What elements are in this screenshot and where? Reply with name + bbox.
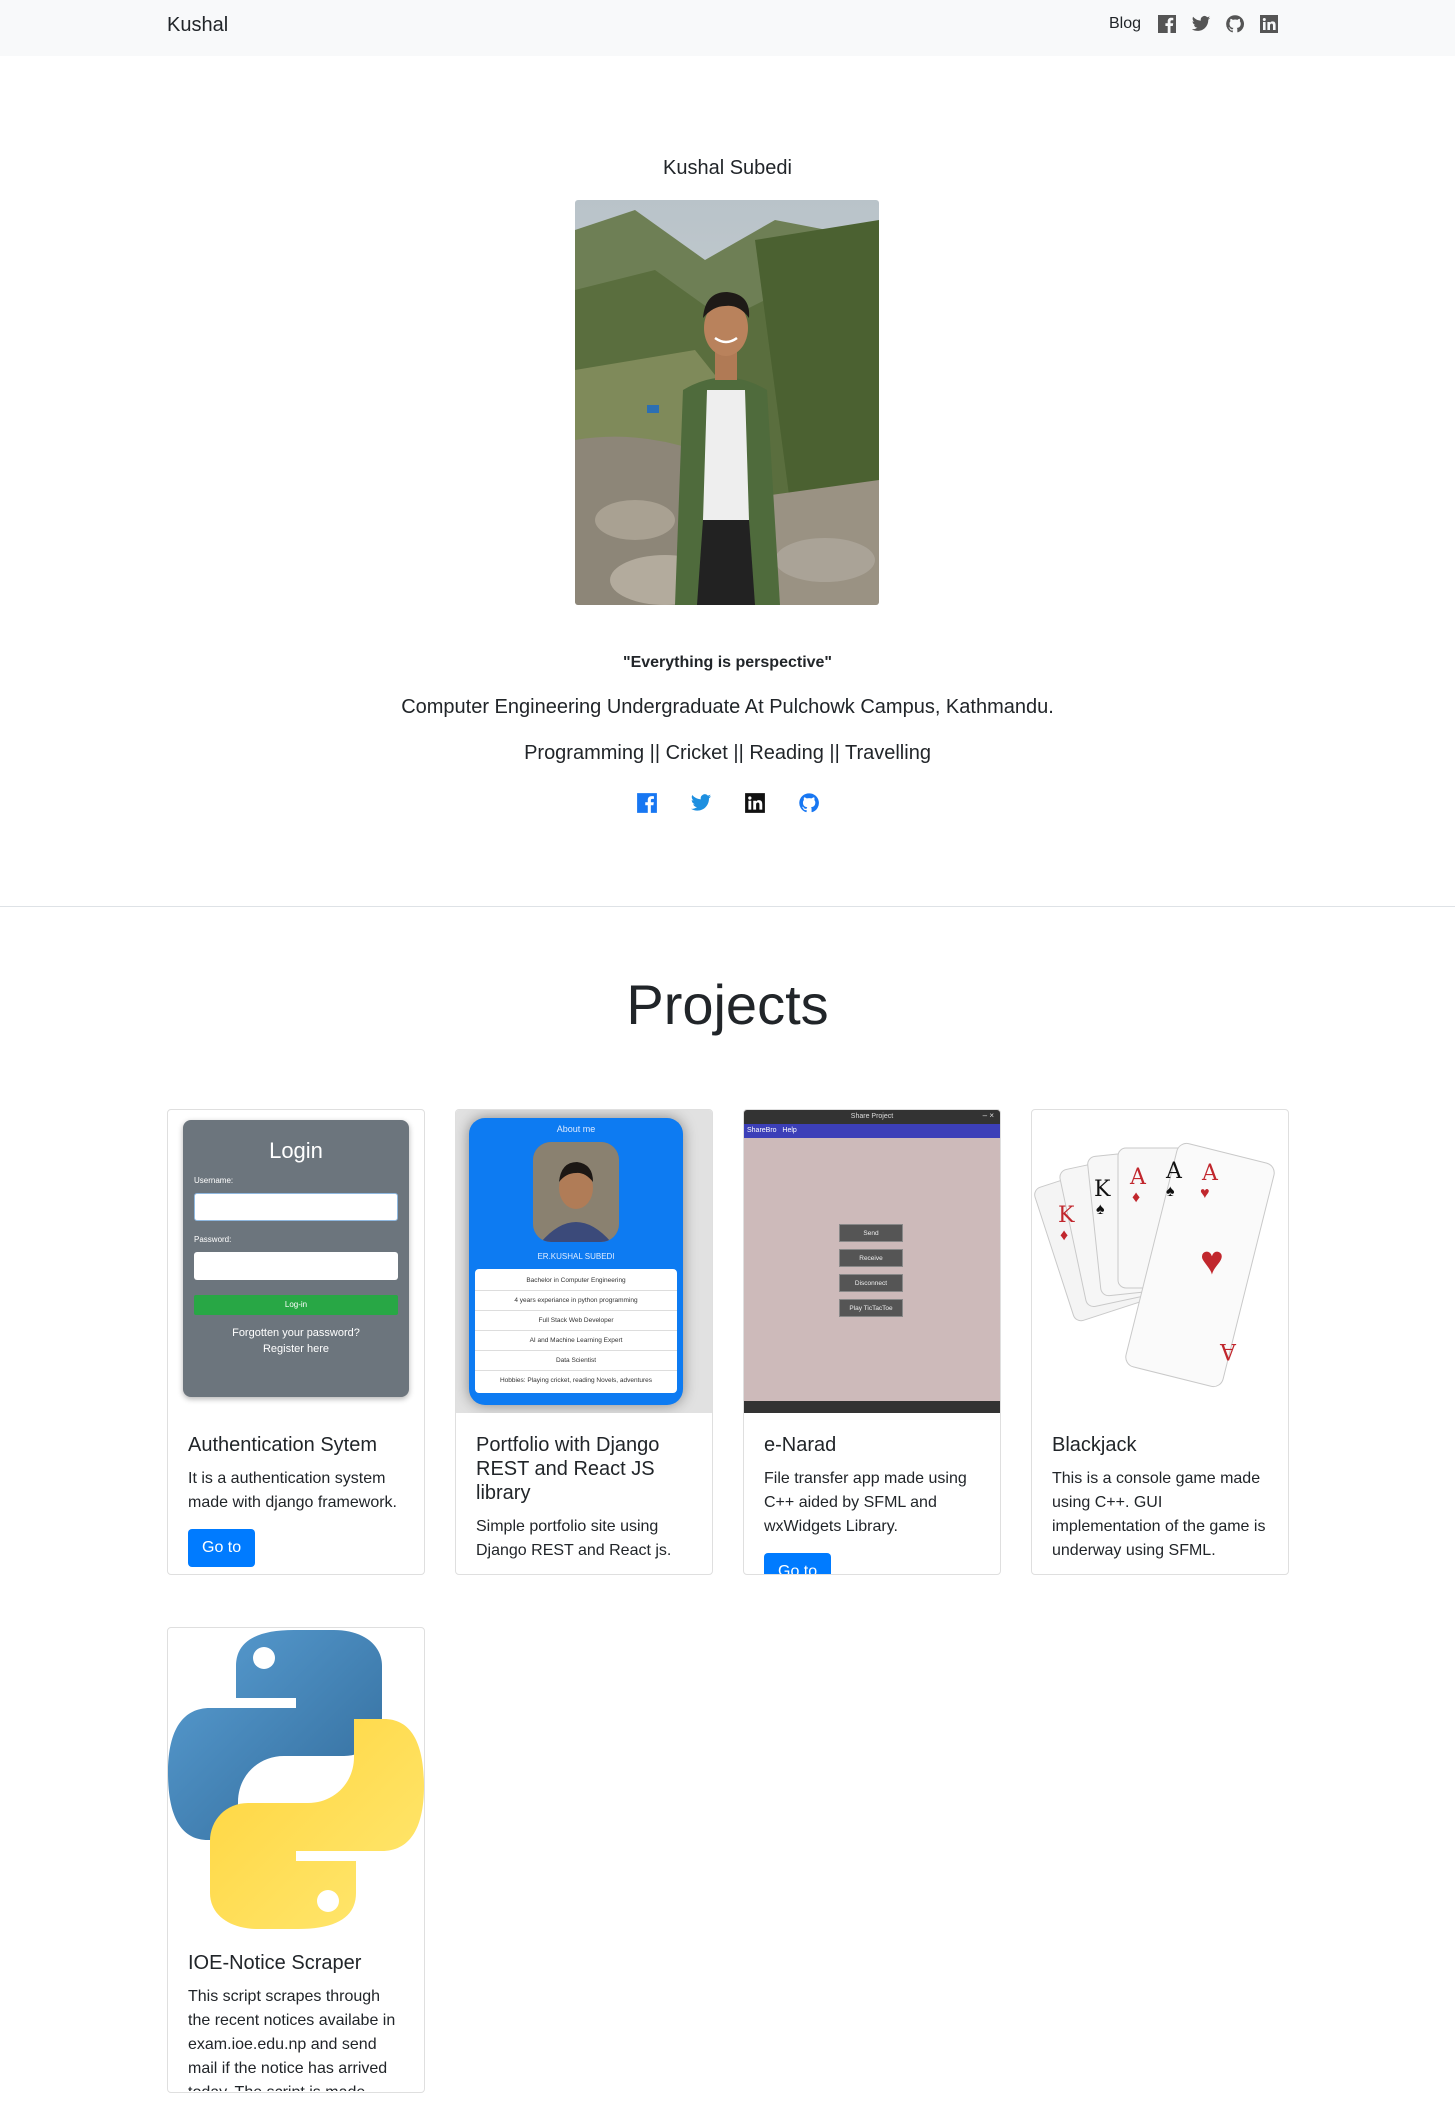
preview-list-item: 4 years experiance in python programming [475,1291,677,1311]
svg-text:K: K [1058,1203,1075,1228]
card-title: Authentication Sytem [188,1434,377,1456]
hero-hobbies: Programming || Cricket || Reading || Tra… [524,742,931,764]
project-preview-enarad: Share Project – × ShareBro Help Send Rec… [744,1110,1000,1413]
social-links [0,792,1455,814]
preview-statusbar [744,1401,1000,1413]
github-icon[interactable] [798,792,820,814]
preview-list-item: Data Scientist [475,1351,677,1371]
preview-forgot-link: Forgotten your password? [232,1327,360,1339]
project-preview-python [168,1628,424,1931]
python-logo [168,1630,424,1929]
preview-name: ER.KUSHAL SUBEDI [537,1252,615,1261]
preview-button-group: Send Receive Disconnect Play TicTacToe [839,1224,903,1317]
preview-disconnect-button: Disconnect [839,1274,903,1292]
card-text: This script scrapes through the recent n… [188,1988,396,2091]
svg-text:♥: ♥ [1200,1239,1224,1283]
facebook-icon[interactable] [636,792,658,814]
preview-password-label: Password: [194,1235,232,1244]
svg-text:A: A [1219,1338,1237,1363]
card-text: This is a console game made using C++. G… [1052,1470,1266,1559]
project-preview-portfolio: About me ER.KUSHAL SUBEDI Bachelor in Co… [456,1110,712,1413]
preview-menubar: ShareBro Help [744,1124,1000,1138]
go-to-button[interactable]: Go to [188,1529,256,1567]
svg-text:A: A [1165,1159,1183,1184]
project-preview-blackjack: K K A A A ♦ ♠ ♦ ♠ ♥ ♥ A [1032,1110,1288,1413]
svg-text:A: A [1201,1161,1219,1186]
twitter-icon[interactable] [1191,14,1211,34]
project-card-ioe-notice-scraper: IOE-Notice Scraper This script scrapes t… [167,1627,425,2093]
preview-avatar [533,1142,619,1242]
svg-text:♦: ♦ [1060,1227,1068,1244]
projects-heading: Projects [626,973,829,1036]
card-title: e-Narad [764,1434,837,1456]
project-card-portfolio: About me ER.KUSHAL SUBEDI Bachelor in Co… [455,1109,713,1575]
project-card-blackjack: K K A A A ♦ ♠ ♦ ♠ ♥ ♥ A Blackjack This i… [1031,1109,1289,1575]
preview-register-link: Register here [262,1343,330,1355]
preview-window-controls: – × [982,1111,994,1120]
preview-about-heading: About me [556,1124,596,1134]
navbar: Kushal Blog [0,0,1455,56]
preview-about-list: Bachelor in Computer Engineering 4 years… [475,1269,677,1393]
card-text: It is a authentication system made with … [188,1470,397,1511]
twitter-icon[interactable] [690,792,712,814]
facebook-icon[interactable] [1157,14,1177,34]
hero-subtitle: Computer Engineering Undergraduate At Pu… [401,696,1054,718]
preview-list-item: Bachelor in Computer Engineering [475,1271,677,1291]
svg-text:♠: ♠ [1166,1183,1175,1200]
profile-photo [575,200,879,605]
svg-text:K: K [1094,1177,1111,1202]
card-title: Blackjack [1052,1434,1137,1456]
preview-receive-button: Receive [839,1249,903,1267]
go-to-button[interactable]: Go to [764,1553,832,1574]
svg-text:♦: ♦ [1132,1189,1140,1206]
card-text: Simple portfolio site using Django REST … [476,1518,672,1559]
card-text: File transfer app made using C++ aided b… [764,1470,967,1535]
playing-cards-image: K K A A A ♦ ♠ ♦ ♠ ♥ ♥ A [1034,1142,1275,1388]
preview-login-button: Log-in [194,1295,398,1315]
svg-text:♥: ♥ [1200,1185,1210,1202]
preview-username-input [194,1193,398,1221]
card-title: IOE-Notice Scraper [188,1952,362,1974]
preview-send-button: Send [839,1224,903,1242]
project-card-enarad: Share Project – × ShareBro Help Send Rec… [743,1109,1001,1575]
hero-section: Kushal Subedi "Everything is perspective… [0,56,1455,907]
preview-login-heading: Login [269,1138,323,1163]
preview-window-titlebar: Share Project [744,1110,1000,1124]
svg-text:A: A [1129,1165,1147,1190]
preview-list-item: AI and Machine Learning Expert [475,1331,677,1351]
svg-text:♠: ♠ [1096,1201,1105,1218]
hero-name: Kushal Subedi [663,157,792,179]
github-icon[interactable] [1225,14,1245,34]
preview-tictactoe-button: Play TicTacToe [839,1299,903,1317]
project-card-authentication: Login Username: Password: Log-in Forgott… [167,1109,425,1575]
preview-list-item: Full Stack Web Developer [475,1311,677,1331]
preview-password-input [194,1252,398,1280]
brand-link[interactable]: Kushal [167,14,228,37]
linkedin-icon[interactable] [1259,14,1279,34]
blog-link[interactable]: Blog [1109,15,1141,33]
preview-username-label: Username: [194,1176,234,1185]
card-title: Portfolio with Django REST and React JS … [476,1434,660,1504]
quote-text: "Everything is perspective" [622,654,833,671]
linkedin-icon[interactable] [744,792,766,814]
navbar-links: Blog [1109,14,1279,34]
project-preview-authentication: Login Username: Password: Log-in Forgott… [168,1110,424,1413]
preview-list-item: Hobbies: Playing cricket, reading Novels… [499,1377,653,1384]
